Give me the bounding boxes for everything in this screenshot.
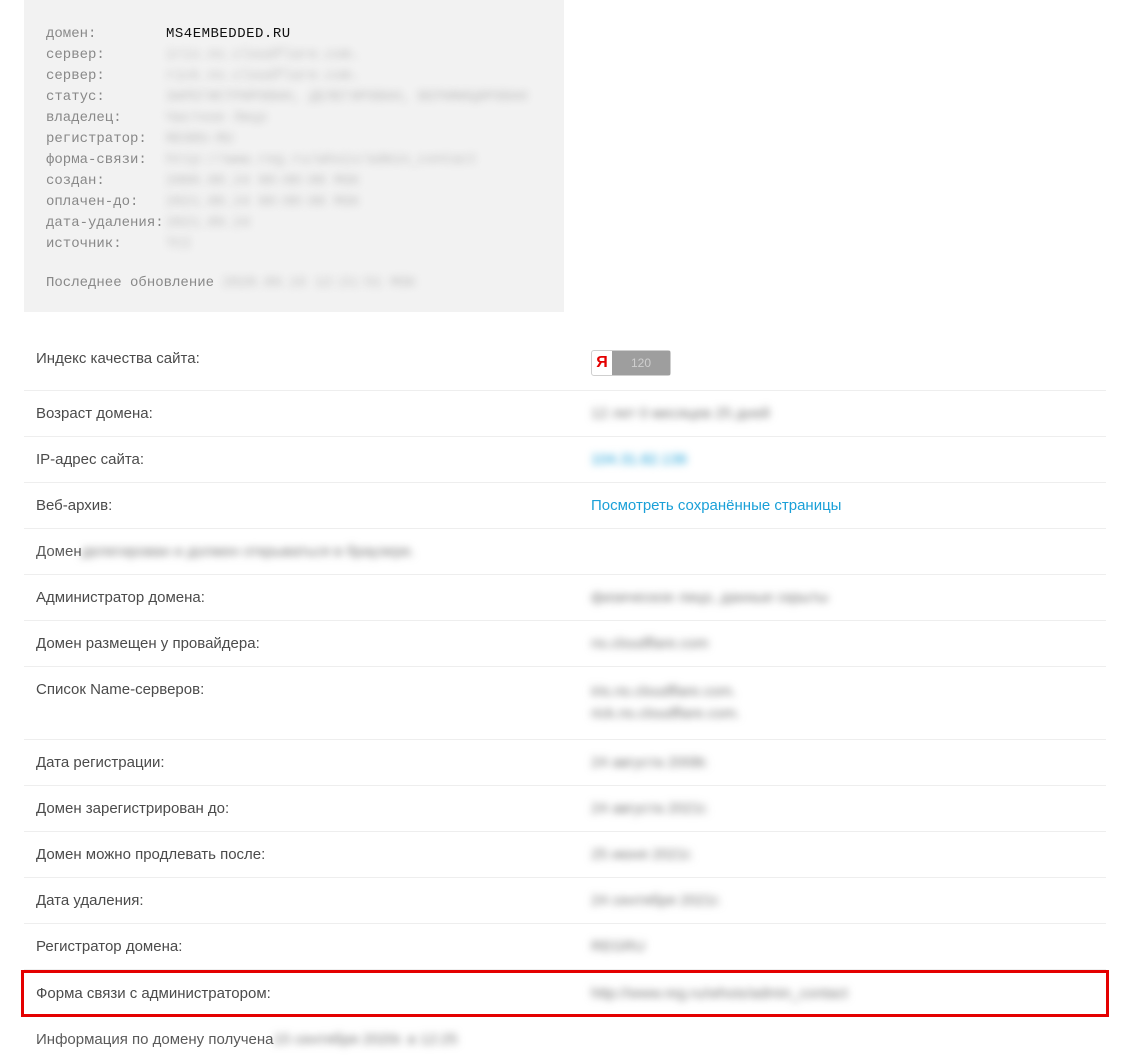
whois-field-label: создан: — [46, 171, 166, 192]
whois-row: форма-связи:http://www.reg.ru/whois/admi… — [46, 150, 542, 171]
detail-value: http://www.reg.ru/whois/admin_contact — [591, 985, 1094, 1002]
detail-label: Форма связи с администратором: — [36, 985, 591, 1002]
detail-value: 24 сентября 2021г. — [591, 892, 1094, 909]
detail-row: IP-адрес сайта:104.31.82.136 — [24, 437, 1106, 483]
whois-field-label: регистратор: — [46, 129, 166, 150]
detail-value: 24 августа 2021г. — [591, 800, 1094, 817]
whois-field-value: Частное Лицо — [166, 108, 267, 129]
whois-row: статус:ЗАРЕГИСТРИРОВАН, ДЕЛЕГИРОВАН, ВЕР… — [46, 87, 542, 108]
detail-row: Информация по домену получена 15 сентябр… — [24, 1017, 1106, 1062]
detail-value[interactable]: Посмотреть сохранённые страницы — [591, 497, 1094, 514]
whois-row: регистратор:REGRU-RU — [46, 129, 542, 150]
detail-row: Возраст домена:12 лет 0 месяцев 25 дней — [24, 391, 1106, 437]
whois-field-value: http://www.reg.ru/whois/admin_contact — [166, 150, 477, 171]
detail-label: Дата удаления: — [36, 892, 591, 909]
whois-row: создан:2008.08.24 00:00:00 MSK — [46, 171, 542, 192]
detail-value: Я120 — [591, 350, 1094, 376]
whois-row: домен:MS4EMBEDDED.RU — [46, 24, 542, 45]
whois-field-label: сервер: — [46, 45, 166, 66]
detail-value: iris.ns.cloudflare.com.rick.ns.cloudflar… — [591, 681, 1094, 725]
whois-row: сервер:rick.ns.cloudflare.com. — [46, 66, 542, 87]
whois-field-label: сервер: — [46, 66, 166, 87]
whois-row: дата-удаления:2021.09.24 — [46, 213, 542, 234]
whois-field-value: 2021.08.24 00:00:00 MSK — [166, 192, 359, 213]
whois-field-value: iris.ns.cloudflare.com. — [166, 45, 359, 66]
detail-label: Список Name-серверов: — [36, 681, 591, 698]
detail-link[interactable]: Посмотреть сохранённые страницы — [591, 497, 841, 514]
detail-label: Домен размещен у провайдера: — [36, 635, 591, 652]
whois-card: домен:MS4EMBEDDED.RUсервер:iris.ns.cloud… — [24, 0, 564, 312]
whois-footer-value: 2020.09.15 12:21:51 MSK — [222, 275, 415, 291]
detail-row: Регистратор домена:REGRU — [24, 924, 1106, 970]
detail-row: Домен размещен у провайдера:ns.cloudflar… — [24, 621, 1106, 667]
detail-label: Регистратор домена: — [36, 938, 591, 955]
detail-row: Домен зарегистрирован до:24 августа 2021… — [24, 786, 1106, 832]
detail-row: Домен делегирован и должен открываться в… — [24, 529, 1106, 575]
whois-footer-label: Последнее обновление — [46, 275, 214, 291]
whois-field-value: REGRU-RU — [166, 129, 233, 150]
whois-last-update: Последнее обновление 2020.09.15 12:21:51… — [46, 273, 542, 294]
detail-row: Дата регистрации:24 августа 2008г. — [24, 740, 1106, 786]
detail-label: Веб-архив: — [36, 497, 591, 514]
whois-field-label: домен: — [46, 24, 166, 45]
whois-field-value: 2021.09.24 — [166, 213, 250, 234]
whois-row: источник:TCI — [46, 234, 542, 255]
detail-value: 104.31.82.136 — [591, 451, 1094, 468]
detail-value: ns.cloudflare.com — [591, 635, 1094, 652]
ns-item: rick.ns.cloudflare.com. — [591, 703, 1094, 725]
detail-value: 25 июня 2021г. — [591, 846, 1094, 863]
detail-row: Веб-архив:Посмотреть сохранённые страниц… — [24, 483, 1106, 529]
whois-field-value: rick.ns.cloudflare.com. — [166, 66, 359, 87]
yandex-logo-icon: Я — [592, 354, 612, 372]
whois-field-label: владелец: — [46, 108, 166, 129]
whois-field-label: статус: — [46, 87, 166, 108]
detail-label: Возраст домена: — [36, 405, 591, 422]
detail-label: Администратор домена: — [36, 589, 591, 606]
detail-row: Список Name-серверов:iris.ns.cloudflare.… — [24, 667, 1106, 740]
detail-label: Домен зарегистрирован до: — [36, 800, 591, 817]
detail-value: 12 лет 0 месяцев 25 дней — [591, 405, 1094, 422]
whois-field-value: ЗАРЕГИСТРИРОВАН, ДЕЛЕГИРОВАН, ВЕРИФИЦИРО… — [166, 87, 527, 108]
whois-field-label: дата-удаления: — [46, 213, 166, 234]
detail-inline-value: делегирован и должен открываться в брауз… — [82, 543, 415, 560]
detail-label: IP-адрес сайта: — [36, 451, 591, 468]
detail-value: физическое лицо, данные скрыты — [591, 589, 1094, 606]
whois-row: оплачен-до:2021.08.24 00:00:00 MSK — [46, 192, 542, 213]
detail-value: 24 августа 2008г. — [591, 754, 1094, 771]
whois-row: сервер:iris.ns.cloudflare.com. — [46, 45, 542, 66]
detail-row: Домен можно продлевать после:25 июня 202… — [24, 832, 1106, 878]
whois-field-value: TCI — [166, 234, 191, 255]
detail-inline-value: 15 сентября 2020г. в 12:25 — [274, 1031, 458, 1048]
detail-row: Индекс качества сайта:Я120 — [24, 336, 1106, 391]
detail-inline-label: Информация по домену получена — [36, 1031, 274, 1048]
detail-inline-label: Домен — [36, 543, 82, 560]
detail-label: Дата регистрации: — [36, 754, 591, 771]
detail-label: Домен можно продлевать после: — [36, 846, 591, 863]
detail-row: Дата удаления:24 сентября 2021г. — [24, 878, 1106, 924]
detail-label: Индекс качества сайта: — [36, 350, 591, 367]
yandex-badge-value: 120 — [612, 351, 670, 375]
detail-row: Администратор домена:физическое лицо, да… — [24, 575, 1106, 621]
whois-field-value: MS4EMBEDDED.RU — [166, 24, 291, 45]
yandex-quality-badge: Я120 — [591, 350, 671, 376]
detail-value: REGRU — [591, 938, 1094, 955]
ns-item: iris.ns.cloudflare.com. — [591, 681, 1094, 703]
whois-field-label: источник: — [46, 234, 166, 255]
whois-field-label: форма-связи: — [46, 150, 166, 171]
domain-details: Индекс качества сайта:Я120Возраст домена… — [24, 336, 1106, 1062]
detail-row: Форма связи с администратором:http://www… — [21, 970, 1109, 1017]
whois-field-value: 2008.08.24 00:00:00 MSK — [166, 171, 359, 192]
whois-field-label: оплачен-до: — [46, 192, 166, 213]
whois-row: владелец:Частное Лицо — [46, 108, 542, 129]
